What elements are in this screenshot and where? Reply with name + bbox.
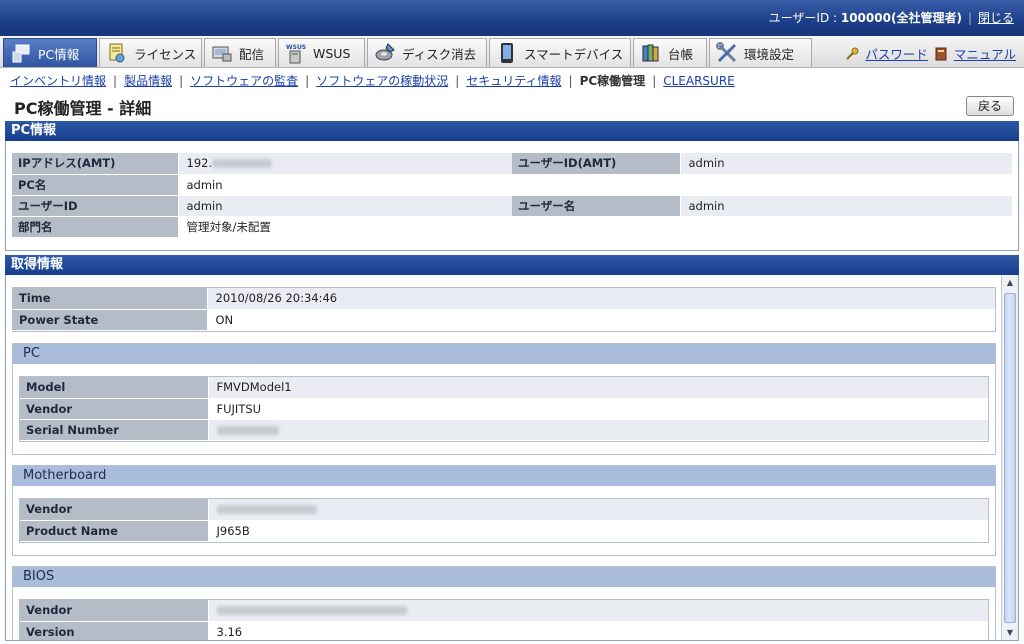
table-row: 部門名 管理対象/未配置 (12, 216, 1012, 238)
table-row: IPアドレス(AMT) 192. ユーザーID(AMT) admin (12, 153, 1012, 175)
scroll-down-arrow-icon[interactable]: ▼ (1004, 627, 1016, 639)
main-tab-bar: PC情報 ライセンス 配信 WSUS WSUS ディスク消去 スマートデバイス … (0, 36, 1024, 68)
key-icon (845, 47, 859, 61)
user-info: ユーザーID : 100000(全社管理者) | 閉じる (768, 11, 1014, 25)
amt-user-value: admin (680, 153, 1012, 175)
user-name-value: admin (680, 195, 1012, 217)
tab-ledger[interactable]: 台帳 (633, 38, 707, 67)
tab-smart-device[interactable]: スマートデバイス (489, 38, 631, 67)
pc-info-section-header: PC情報 (5, 121, 1019, 141)
redacted-mb-vendor (216, 505, 317, 515)
tab-settings[interactable]: 環境設定 (709, 38, 812, 67)
pc-info-icon (10, 42, 32, 64)
pc-info-box: IPアドレス(AMT) 192. ユーザーID(AMT) admin PC名 a… (5, 141, 1019, 251)
department-value: 管理対象/未配置 (178, 216, 1012, 238)
acquired-info-section-header: 取得情報 (5, 255, 1019, 275)
subnav-software-usage[interactable]: ソフトウェアの稼動状況 (316, 74, 448, 88)
table-row: Time 2010/08/26 20:34:46 (13, 288, 995, 310)
tab-wsus[interactable]: WSUS WSUS (278, 38, 365, 67)
sub-navigation: インベントリ情報 | 製品情報 | ソフトウェアの監査 | ソフトウェアの稼動状況 | セキュリ… (10, 74, 735, 88)
scroll-up-arrow-icon[interactable]: ▲ (1004, 277, 1016, 289)
tab-disk-erase[interactable]: ディスク消去 (367, 38, 487, 67)
pc-group: PC Model FMVDModel1 Vendor FUJITSU Seria… (12, 343, 996, 455)
svg-text:WSUS: WSUS (286, 44, 306, 51)
subnav-pc-operation-current: PC稼働管理 (579, 74, 646, 88)
close-link[interactable]: 閉じる (978, 11, 1014, 25)
pc-vendor-value: FUJITSU (208, 398, 988, 420)
table-row: Product Name J965B (20, 520, 988, 542)
user-id-value: 100000(全社管理者) (840, 11, 962, 25)
user-id-label: ユーザーID : (768, 11, 841, 25)
motherboard-group-header: Motherboard (13, 466, 995, 486)
ip-address-value: 192. (186, 156, 213, 171)
pc-model-value: FMVDModel1 (208, 377, 988, 399)
table-row: PC名 admin (12, 174, 1012, 196)
user-id-value: admin (178, 195, 512, 217)
pc-name-value: admin (178, 174, 1012, 196)
table-row: Vendor (20, 600, 988, 622)
password-link[interactable]: パスワード (865, 44, 928, 63)
time-power-table-box: Time 2010/08/26 20:34:46 Power State ON (12, 287, 996, 332)
pc-info-table: IPアドレス(AMT) 192. ユーザーID(AMT) admin PC名 a… (12, 153, 1012, 238)
vertical-scrollbar[interactable]: ▲ ▼ (1001, 275, 1018, 640)
time-value: 2010/08/26 20:34:46 (207, 288, 995, 310)
subnav-inventory[interactable]: インベントリ情報 (10, 74, 106, 88)
license-icon (106, 42, 128, 64)
table-row: Version 3.16 (20, 621, 988, 640)
top-header-bar: ユーザーID : 100000(全社管理者) | 閉じる (0, 0, 1024, 36)
subnav-clearsure[interactable]: CLEARSURE (663, 74, 735, 88)
tab-distribution[interactable]: 配信 (204, 38, 276, 67)
subnav-product-info[interactable]: 製品情報 (124, 74, 172, 88)
bios-group-header: BIOS (13, 567, 995, 587)
distribution-icon (211, 42, 233, 64)
redacted-bios-vendor (216, 606, 407, 616)
redacted-serial (216, 425, 279, 435)
smart-device-icon (496, 42, 518, 64)
disk-erase-icon (374, 42, 396, 64)
acquired-info-scroll-area[interactable]: Time 2010/08/26 20:34:46 Power State ON … (5, 275, 1019, 641)
power-state-value: ON (207, 309, 995, 331)
table-row: ユーザーID admin ユーザー名 admin (12, 195, 1012, 217)
bios-group: BIOS Vendor Version 3.16 (12, 566, 996, 640)
scrollbar-thumb[interactable] (1004, 293, 1016, 623)
subnav-software-audit[interactable]: ソフトウェアの監査 (190, 74, 298, 88)
subnav-security-info[interactable]: セキュリティ情報 (466, 74, 561, 88)
tab-license[interactable]: ライセンス (99, 38, 202, 67)
right-links: パスワード マニュアル (845, 44, 1016, 63)
table-row: Vendor FUJITSU (20, 398, 988, 420)
ledger-icon (640, 42, 662, 64)
redacted-ip (212, 159, 273, 169)
table-row: Vendor (20, 499, 988, 521)
tab-pc-info[interactable]: PC情報 (3, 38, 97, 67)
manual-link[interactable]: マニュアル (954, 44, 1016, 63)
bios-version-value: 3.16 (208, 621, 988, 640)
mb-product-value: J965B (208, 520, 988, 542)
back-button[interactable]: 戻る (966, 96, 1014, 116)
settings-tools-icon (716, 42, 738, 64)
manual-book-icon (934, 47, 948, 61)
table-row: Model FMVDModel1 (20, 377, 988, 399)
wsus-icon: WSUS (285, 42, 307, 64)
table-row: Serial Number (20, 419, 988, 441)
page-title: PC稼働管理 - 詳細 (14, 99, 152, 118)
table-row: Power State ON (13, 309, 995, 331)
pc-group-header: PC (13, 344, 995, 364)
motherboard-group: Motherboard Vendor Product Name J965B (12, 465, 996, 556)
